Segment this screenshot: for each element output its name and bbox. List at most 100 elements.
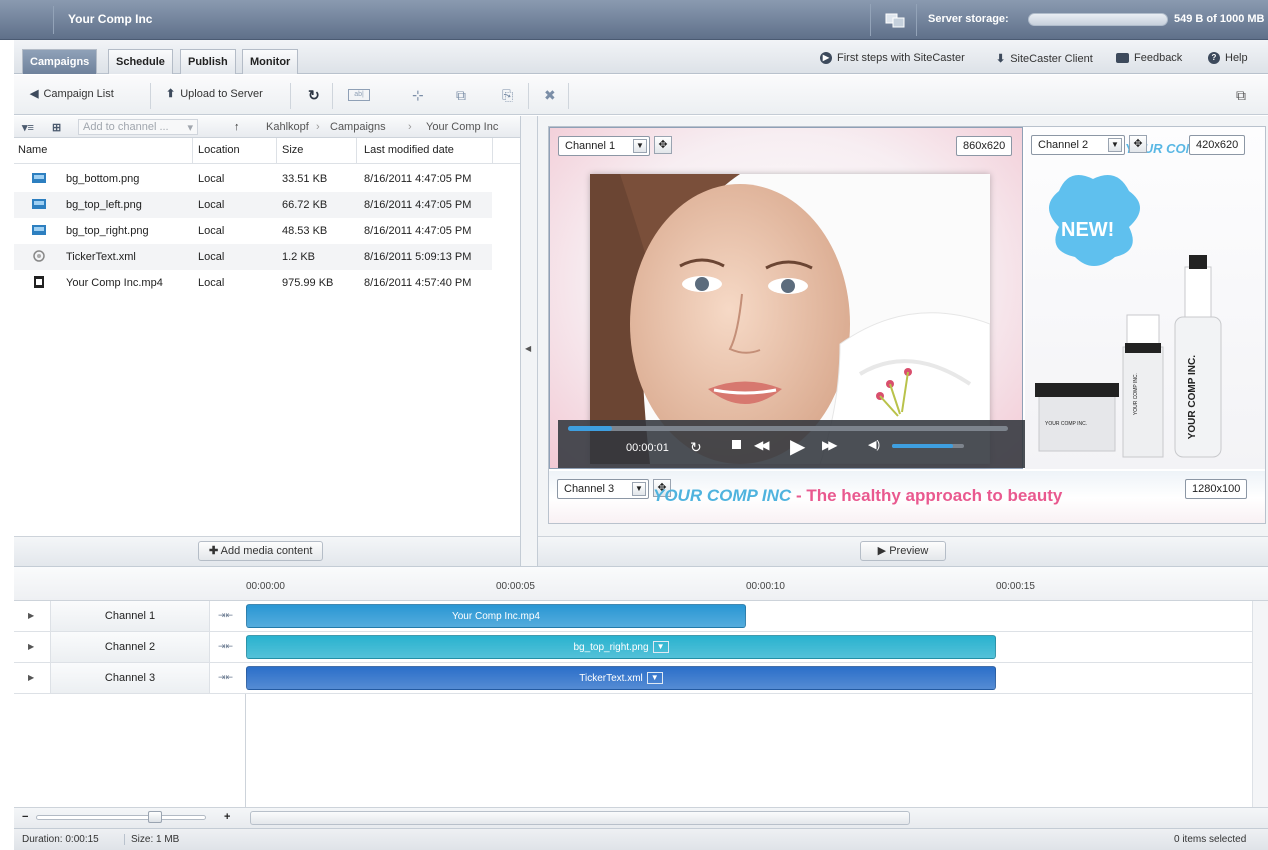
volume-slider[interactable] <box>892 444 964 448</box>
add-media-content-button[interactable]: ✚ Add media content <box>198 541 324 561</box>
table-row[interactable]: TickerText.xml Local 1.2 KB 8/16/2011 5:… <box>14 244 492 270</box>
file-size: 48.53 KB <box>282 225 328 237</box>
toolbar-divider <box>332 83 333 109</box>
download-icon: ⬇ <box>996 53 1006 65</box>
column-divider[interactable] <box>276 138 277 164</box>
preview-footer: ▶ Preview <box>538 536 1268 566</box>
collapse-left-icon[interactable]: ◀ <box>525 344 531 353</box>
stop-icon[interactable] <box>732 440 741 449</box>
time-tick: 00:00:15 <box>996 581 1035 592</box>
tab-campaigns[interactable]: Campaigns <box>22 49 98 74</box>
file-location: Local <box>198 277 225 289</box>
server-storage-value: 549 B of 1000 MB <box>1174 13 1265 25</box>
sitecaster-client-link[interactable]: ⬇ SiteCaster Client <box>996 52 1093 66</box>
fit-arrows-icon[interactable]: ⇥⇤ <box>218 672 233 683</box>
tab-schedule[interactable]: Schedule <box>108 49 173 74</box>
split-icon[interactable]: ⊹ <box>412 87 424 104</box>
timeline-clip[interactable]: Your Comp Inc.mp4 <box>246 604 746 628</box>
tab-monitor[interactable]: Monitor <box>242 49 299 74</box>
video-file-icon <box>34 276 44 288</box>
channel-2-region[interactable]: YOUR COMP INC. Channel 2 ▼ ✥ 420x620 YOU… <box>1025 127 1265 469</box>
add-media-label: Add media content <box>220 545 313 557</box>
zoom-out-icon[interactable]: − <box>22 811 28 823</box>
server-icon[interactable] <box>884 12 906 28</box>
channel-1-select[interactable]: Channel 1 ▼ <box>558 136 650 156</box>
file-name: bg_bottom.png <box>66 173 140 185</box>
channel-1-select-label: Channel 1 <box>565 140 616 152</box>
fit-arrows-icon[interactable]: ⇥⇤ <box>218 641 233 652</box>
popout-icon[interactable]: ⧉ <box>1236 87 1246 104</box>
breadcrumb-campaigns[interactable]: Campaigns <box>330 121 386 133</box>
move-icon[interactable]: ✥ <box>654 136 672 154</box>
volume-icon[interactable]: ◀) <box>868 438 880 451</box>
breadcrumb-your-comp-inc[interactable]: Your Comp Inc <box>426 121 498 133</box>
zoom-in-icon[interactable]: + <box>224 811 230 823</box>
column-divider[interactable] <box>192 138 193 164</box>
chevron-down-icon: ▼ <box>633 139 647 153</box>
rewind-icon[interactable]: ◀◀ <box>754 438 770 452</box>
expand-icon[interactable]: ▶ <box>28 642 34 651</box>
clip-label: Your Comp Inc.mp4 <box>451 611 540 622</box>
fit-arrows-icon[interactable]: ⇥⇤ <box>218 610 233 621</box>
chevron-down-icon: ▼ <box>1108 138 1122 152</box>
channel-2-select[interactable]: Channel 2 ▼ <box>1031 135 1125 155</box>
feedback-link[interactable]: Feedback <box>1116 52 1182 64</box>
preview-button[interactable]: ▶ Preview <box>860 541 946 561</box>
upload-label: Upload to Server <box>180 87 263 100</box>
table-row[interactable]: bg_top_right.png Local 48.53 KB 8/16/201… <box>14 218 492 244</box>
column-size[interactable]: Size <box>282 144 303 156</box>
timeline-clip[interactable]: TickerText.xml ▼ <box>246 666 996 690</box>
column-last-modified[interactable]: Last modified date <box>364 144 454 156</box>
table-row[interactable]: Your Comp Inc.mp4 Local 975.99 KB 8/16/2… <box>14 270 492 296</box>
expand-icon[interactable]: ▶ <box>28 611 34 620</box>
up-folder-icon[interactable]: ↑ <box>234 121 240 133</box>
upload-to-server-button[interactable]: ⬆ Upload to Server <box>166 87 263 101</box>
chevron-down-icon[interactable]: ▼ <box>652 641 669 654</box>
first-steps-link[interactable]: ▶ First steps with SiteCaster <box>820 52 965 64</box>
timeline-empty-lane <box>14 694 246 807</box>
status-duration: Duration: 0:00:15 <box>22 834 99 845</box>
video-seekbar[interactable] <box>568 426 1008 431</box>
timeline-clip[interactable]: bg_top_right.png ▼ <box>246 635 996 659</box>
add-to-channel-icon[interactable]: ⊞ <box>52 121 61 134</box>
zoom-slider-thumb[interactable] <box>148 811 162 823</box>
replay-icon[interactable]: ↻ <box>690 439 702 456</box>
column-divider[interactable] <box>492 138 493 164</box>
move-icon[interactable]: ✥ <box>1129 135 1147 153</box>
add-to-channel-dropdown[interactable]: Add to channel ... ▾ <box>78 119 198 135</box>
paste-icon[interactable]: ⎘ <box>502 87 513 104</box>
rename-icon[interactable]: ab| <box>348 89 370 101</box>
table-row[interactable]: bg_bottom.png Local 33.51 KB 8/16/2011 4… <box>14 166 492 192</box>
refresh-icon[interactable]: ↻ <box>308 87 320 104</box>
help-link[interactable]: ? Help <box>1208 52 1248 64</box>
status-bar: Duration: 0:00:15 Size: 1 MB 0 items sel… <box>14 828 1268 850</box>
view-toggle-icon[interactable]: ▾≡ <box>22 121 34 134</box>
column-location[interactable]: Location <box>198 144 240 156</box>
timeline-vertical-scrollbar[interactable] <box>1252 601 1268 807</box>
panel-splitter[interactable]: ◀ <box>520 116 538 566</box>
table-row[interactable]: bg_top_left.png Local 66.72 KB 8/16/2011… <box>14 192 492 218</box>
add-to-channel-text: Add to channel ... <box>83 121 169 133</box>
delete-icon[interactable]: ✖ <box>544 87 556 104</box>
expand-icon[interactable]: ▶ <box>28 673 34 682</box>
channel-3-region[interactable]: Channel 3 ▼ ✥ YOUR COMP INC - The health… <box>549 471 1265 523</box>
timeline-horizontal-scrollbar[interactable] <box>250 811 910 825</box>
play-icon[interactable]: ▶ <box>790 434 805 459</box>
breadcrumb-kahlkopf[interactable]: Kahlkopf <box>266 121 309 133</box>
copy-icon[interactable]: ⧉ <box>456 87 466 104</box>
clip-label: bg_top_right.png <box>573 642 649 653</box>
chevron-down-icon[interactable]: ▼ <box>646 672 663 685</box>
media-library-panel: ▾≡ ⊞ Add to channel ... ▾ ↑ Kahlkopf › C… <box>14 116 530 566</box>
channel-3-select[interactable]: Channel 3 ▼ <box>557 479 649 499</box>
zoom-slider[interactable] <box>36 815 206 820</box>
campaign-list-button[interactable]: ◀ Campaign List <box>30 87 114 101</box>
column-name[interactable]: Name <box>18 144 47 156</box>
column-divider[interactable] <box>356 138 357 164</box>
tab-publish[interactable]: Publish <box>180 49 236 74</box>
channel-1-region[interactable]: Channel 1 ▼ ✥ 860x620 00:00:01 ↻ ◀◀ ▶ ▶▶… <box>549 127 1034 469</box>
timeline-ruler[interactable]: 00:00:00 00:00:05 00:00:10 00:00:15 <box>14 567 1268 601</box>
ticker-brand: YOUR COMP INC <box>653 486 792 505</box>
preview-label: Preview <box>889 545 929 557</box>
fast-forward-icon[interactable]: ▶▶ <box>822 438 838 452</box>
video-time: 00:00:01 <box>626 442 669 454</box>
